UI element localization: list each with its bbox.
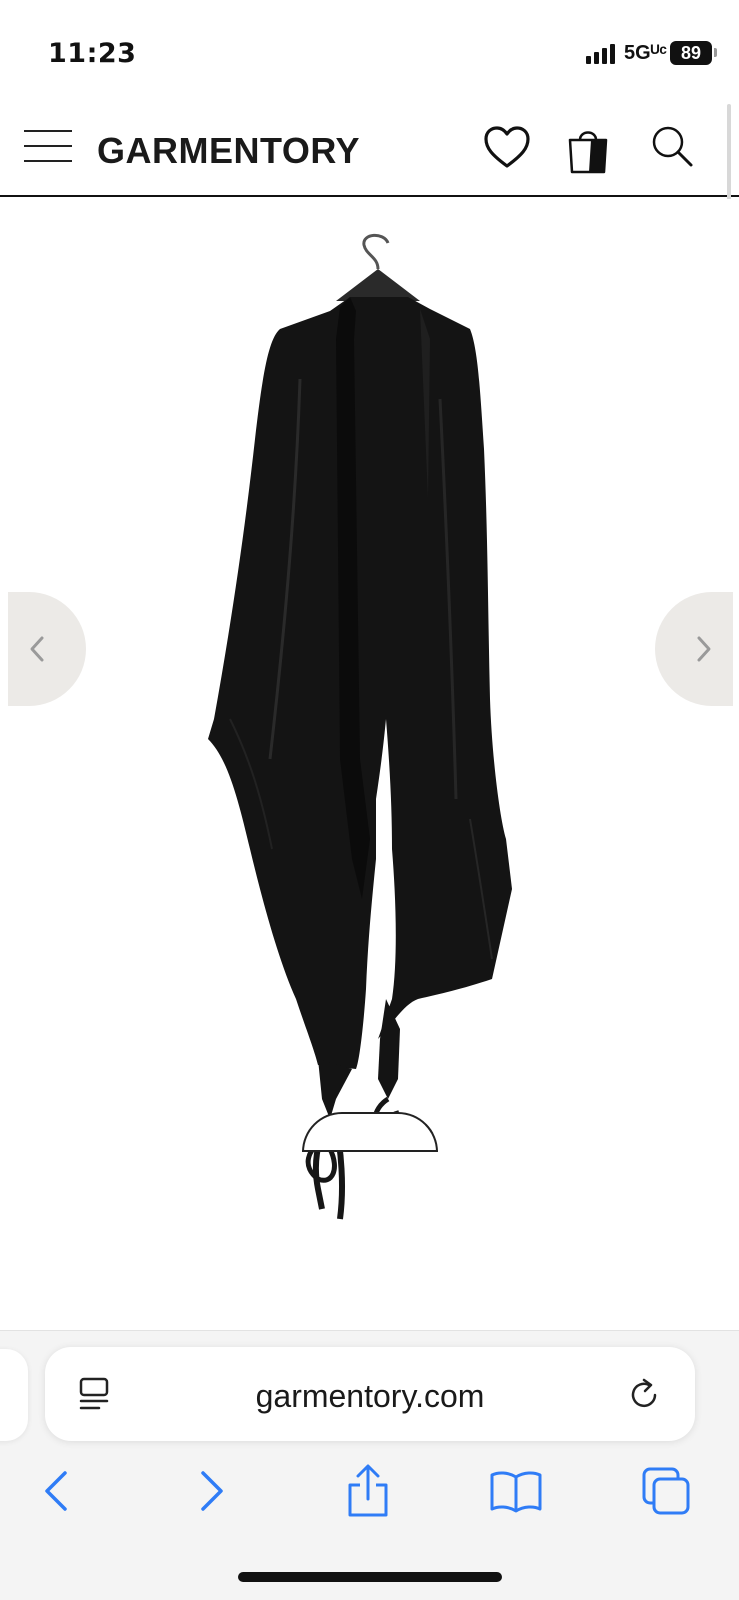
battery-tip [714,48,717,57]
search-icon[interactable] [648,122,698,174]
product-image-carousel[interactable] [0,199,739,1329]
status-time: 11:23 [48,38,137,69]
site-header: GARMENTORY [0,100,739,197]
chevron-left-icon [30,636,44,662]
home-indicator[interactable] [238,1572,502,1582]
network-label: 5Gᵁᶜ [624,42,667,64]
bookmarks-button[interactable] [486,1461,546,1521]
back-icon [45,1471,67,1511]
heart-icon[interactable] [482,122,532,174]
tabs-icon [642,1467,690,1515]
signal-strength-icon [586,44,615,64]
tabs-button[interactable] [636,1461,696,1521]
product-image [208,233,512,1220]
safari-toolbar [0,1449,739,1529]
address-bar[interactable]: garmentory.com [45,1347,695,1441]
url-text: garmentory.com [255,1378,485,1414]
reload-icon[interactable] [625,1375,665,1415]
share-button[interactable] [338,1461,398,1521]
back-button[interactable] [26,1461,86,1521]
thumbnail-peek[interactable] [302,1112,438,1152]
share-icon [348,1464,388,1517]
bookmarks-icon [490,1471,542,1513]
site-logo[interactable]: GARMENTORY [97,130,360,172]
menu-icon[interactable] [24,130,74,164]
forward-icon [201,1471,223,1511]
battery-icon: 89 [670,41,712,65]
previous-tab-peek[interactable] [0,1349,28,1441]
chevron-right-icon [697,636,711,662]
shopping-bag-icon[interactable] [563,122,613,174]
forward-button[interactable] [182,1461,242,1521]
safari-bottom-bar: garmentory.com [0,1330,739,1600]
status-bar: 11:23 5Gᵁᶜ 89 [0,0,739,100]
